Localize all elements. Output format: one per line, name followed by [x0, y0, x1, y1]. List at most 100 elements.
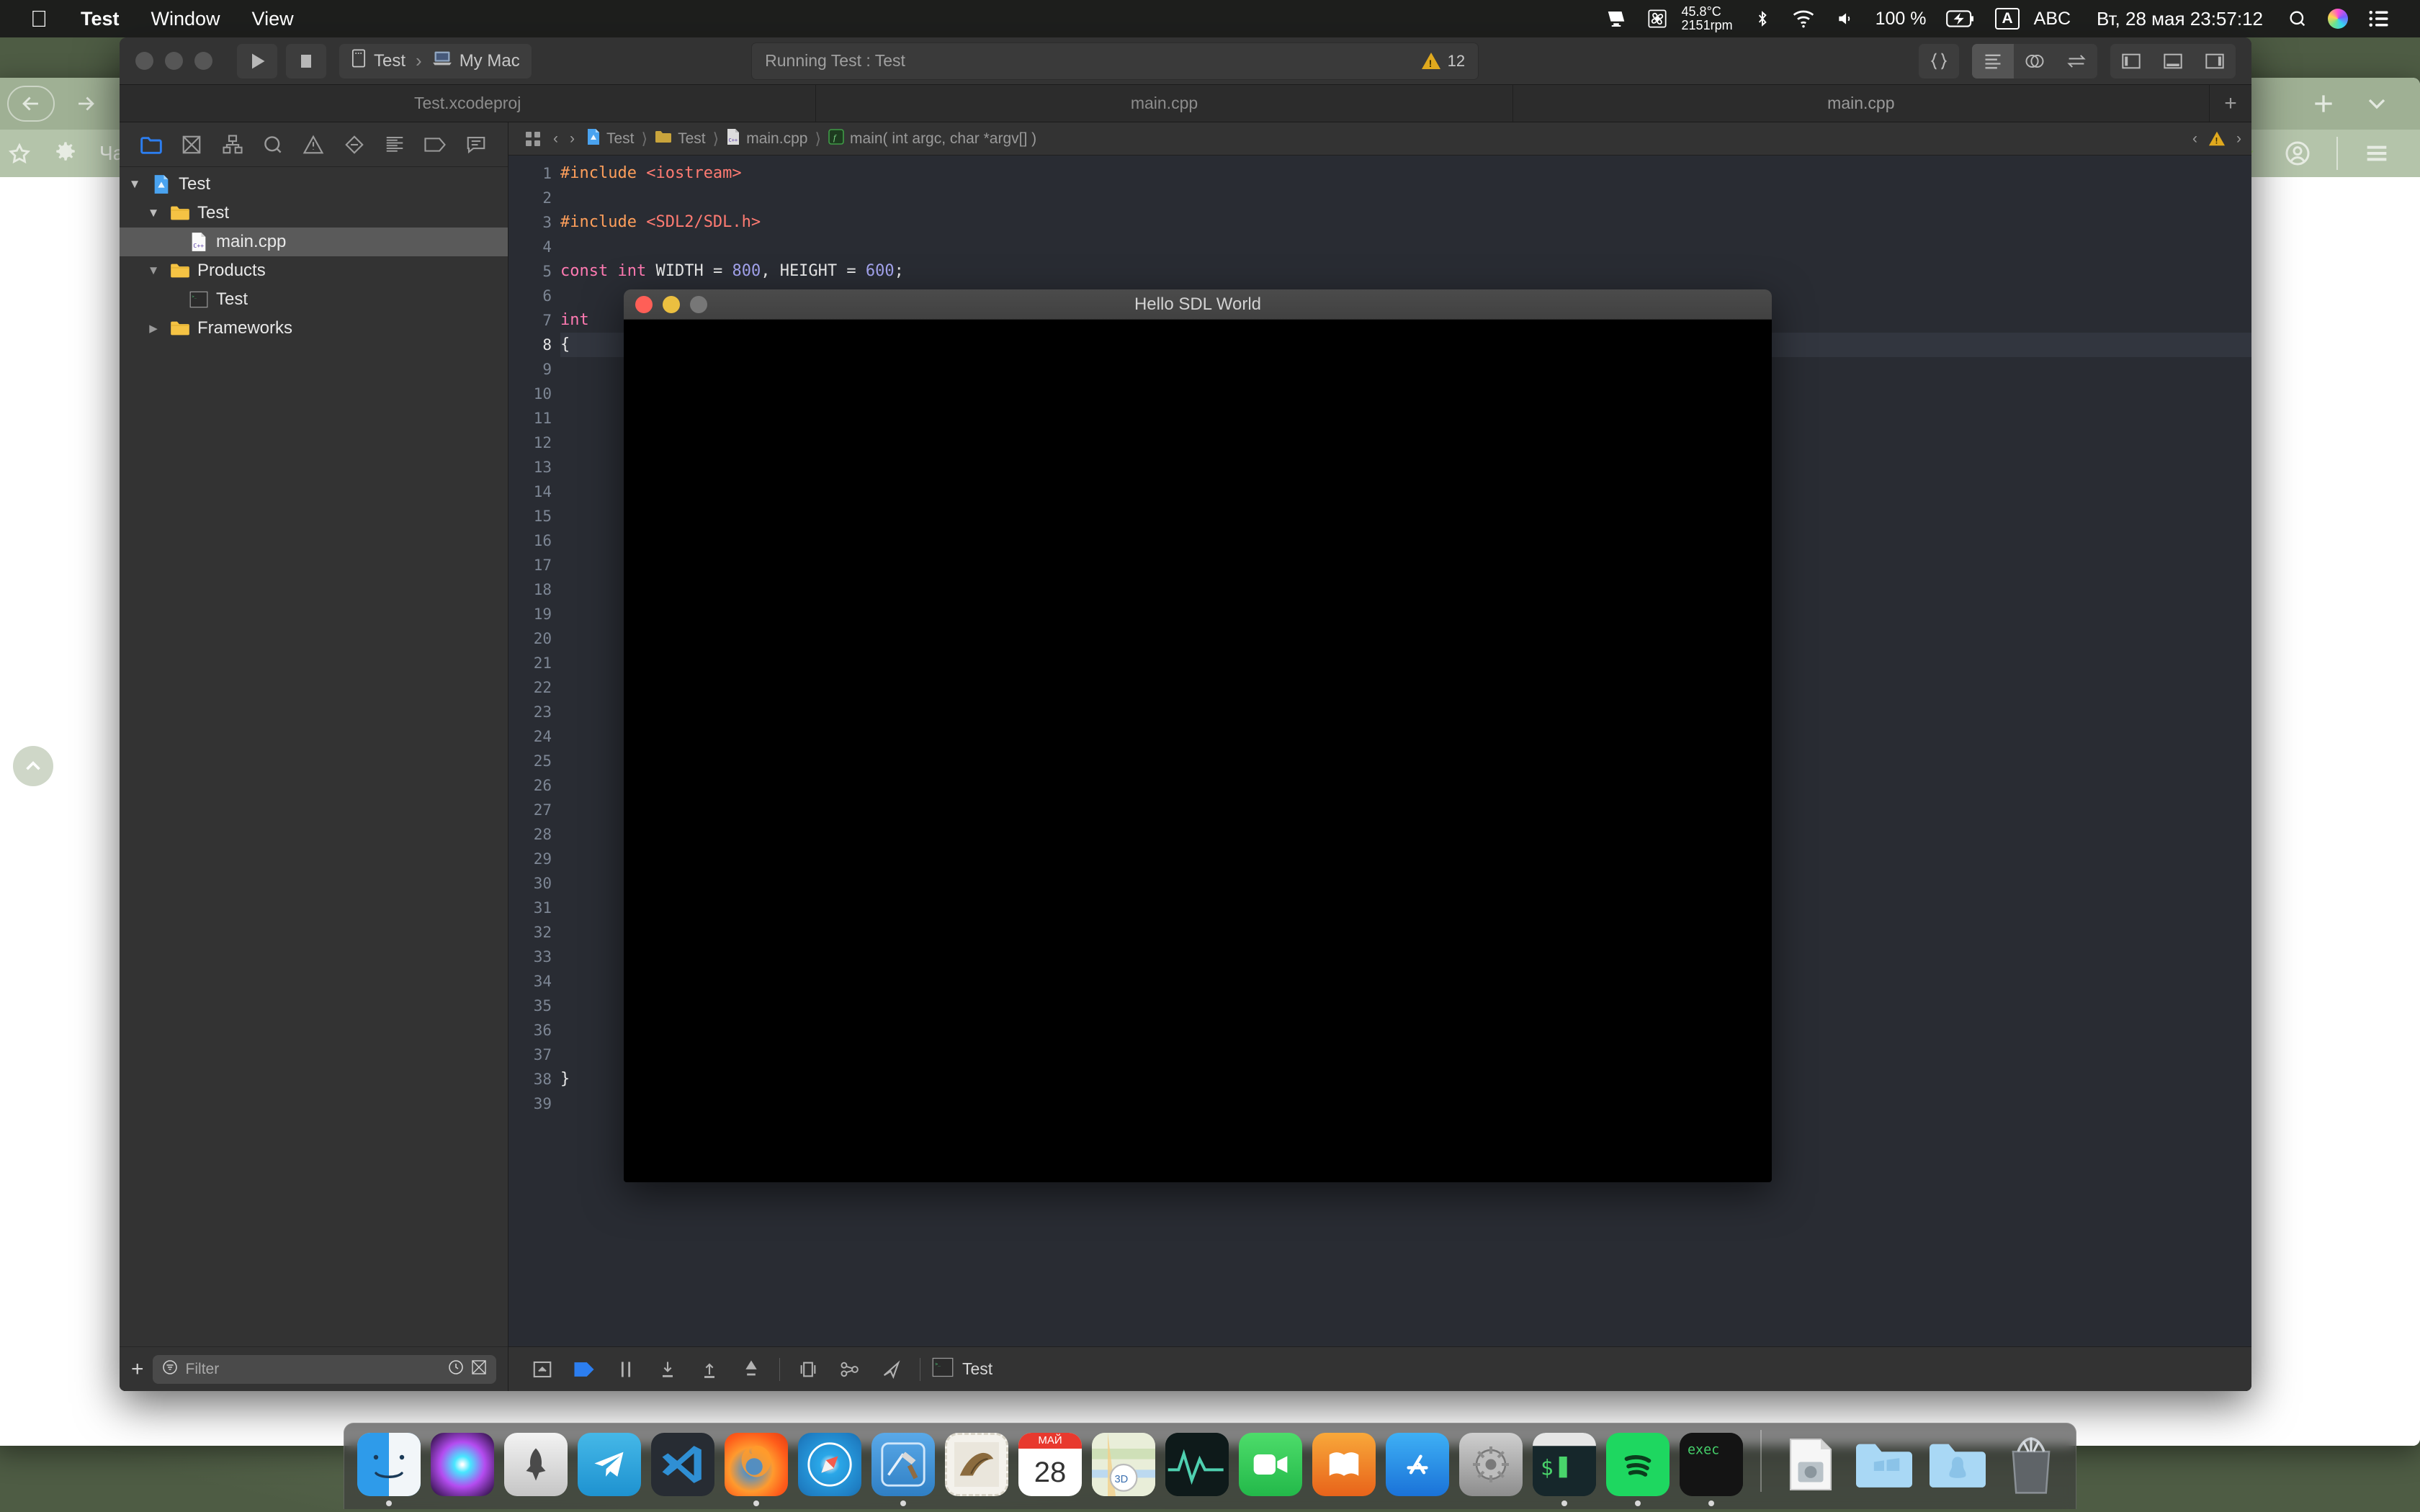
breadcrumb-file[interactable]: C++ main.cpp: [720, 128, 813, 150]
sdl-application-window[interactable]: Hello SDL World: [624, 289, 1772, 1182]
disclosure-triangle-down[interactable]: ▼: [144, 206, 163, 220]
simulate-location-icon[interactable]: [871, 1353, 913, 1386]
chevron-right-icon[interactable]: ›: [2236, 130, 2241, 148]
chevron-left-icon[interactable]: ‹: [547, 130, 564, 148]
hamburger-menu-icon[interactable]: [2362, 139, 2391, 168]
view-debugging-icon[interactable]: [787, 1353, 829, 1386]
minimize-button[interactable]: [165, 52, 183, 70]
fan-icon[interactable]: [1637, 0, 1677, 37]
disclosure-triangle-down[interactable]: ▼: [144, 264, 163, 278]
gear-icon[interactable]: [53, 141, 78, 166]
chevron-left-icon[interactable]: ‹: [2192, 130, 2197, 148]
account-icon[interactable]: [2283, 139, 2312, 168]
clock[interactable]: Вт, 28 мая 23:57:12: [2081, 0, 2273, 37]
step-into-icon[interactable]: [689, 1353, 730, 1386]
dock-item-app-store[interactable]: [1384, 1433, 1451, 1506]
hide-debug-area-icon[interactable]: [521, 1353, 563, 1386]
menu-item-view[interactable]: View: [236, 0, 310, 37]
chevron-down-icon[interactable]: [2362, 89, 2391, 118]
dock-item-maps[interactable]: 3D: [1090, 1433, 1157, 1506]
project-navigator-icon[interactable]: [136, 130, 166, 160]
clock-icon[interactable]: [447, 1359, 465, 1380]
close-button[interactable]: [135, 52, 153, 70]
braces-icon[interactable]: [1919, 43, 1959, 78]
left-panel-icon[interactable]: [2110, 44, 2152, 78]
debug-process-selector[interactable]: >_ Test: [932, 1357, 992, 1382]
volume-icon[interactable]: [1825, 0, 1865, 37]
scheme-destination-selector[interactable]: Test › My Mac: [339, 43, 532, 78]
search-icon[interactable]: [2273, 0, 2318, 37]
add-tab-button[interactable]: +: [2210, 85, 2251, 122]
menu-item-window[interactable]: Window: [135, 0, 236, 37]
sdl-render-canvas[interactable]: [624, 320, 1772, 1182]
add-file-button[interactable]: +: [131, 1357, 144, 1382]
tree-row-test-group[interactable]: ▼ Test: [120, 199, 508, 228]
tree-row-test-project[interactable]: ▼ Test: [120, 170, 508, 199]
breadcrumb-project[interactable]: Test: [581, 128, 640, 150]
report-navigator-icon[interactable]: [461, 130, 491, 160]
dock-item-books[interactable]: [1311, 1433, 1377, 1506]
dock-item-windows-folder[interactable]: [1851, 1433, 1917, 1506]
debug-navigator-icon[interactable]: [380, 130, 410, 160]
dock-item-siri[interactable]: [429, 1433, 496, 1506]
right-panel-icon[interactable]: [2194, 44, 2236, 78]
dock-item-calendar[interactable]: МАЙ 28: [1017, 1433, 1083, 1506]
dock-item-vscode[interactable]: [650, 1433, 716, 1506]
assistant-editor-icon[interactable]: [2014, 44, 2056, 78]
standard-editor-icon[interactable]: [1972, 43, 2014, 78]
dock-item-launchpad[interactable]: [503, 1433, 569, 1506]
siri-icon[interactable]: [2318, 0, 2358, 37]
step-over-icon[interactable]: [647, 1353, 689, 1386]
related-items-icon[interactable]: [519, 130, 547, 148]
code-line[interactable]: #include <iostream>: [560, 161, 2251, 186]
back-arrow-icon[interactable]: [7, 86, 55, 122]
filter-field[interactable]: Filter: [152, 1354, 496, 1384]
dock-item-mail[interactable]: [944, 1433, 1010, 1506]
dock-item-facetime[interactable]: [1237, 1433, 1304, 1506]
memory-graph-icon[interactable]: [829, 1353, 871, 1386]
tab-test-xcodeproj[interactable]: Test.xcodeproj: [120, 85, 817, 122]
dock-item-system-preferences[interactable]: [1458, 1433, 1524, 1506]
warning-indicator[interactable]: 12: [1421, 52, 1465, 71]
continue-icon[interactable]: [563, 1353, 605, 1386]
tab-main-cpp-2[interactable]: main.cpp: [1512, 85, 2210, 122]
tree-row-frameworks[interactable]: ▶ Frameworks: [120, 314, 508, 343]
wifi-icon[interactable]: [1782, 0, 1825, 37]
dock-item-terminal[interactable]: $: [1531, 1433, 1597, 1506]
tree-row-test-executable[interactable]: ▶ >_ Test: [120, 285, 508, 314]
code-line[interactable]: [560, 186, 2251, 210]
control-center-icon[interactable]: [2358, 0, 2400, 37]
bottom-panel-icon[interactable]: [2152, 44, 2194, 78]
issue-navigator-icon[interactable]: [298, 130, 328, 160]
dock-item-xcode[interactable]: [870, 1433, 936, 1506]
version-editor-icon[interactable]: [2056, 44, 2097, 78]
code-line[interactable]: #include <SDL2/SDL.h>: [560, 210, 2251, 235]
pause-icon[interactable]: [605, 1353, 647, 1386]
stop-square-icon[interactable]: [286, 43, 326, 78]
dock-item-firefox[interactable]: [723, 1433, 789, 1506]
zoom-button[interactable]: [194, 52, 212, 70]
window-traffic-lights[interactable]: [135, 52, 212, 70]
menu-item-app[interactable]: Test: [65, 0, 135, 37]
input-source-label[interactable]: ABC: [2030, 0, 2081, 37]
sdl-title-bar[interactable]: Hello SDL World: [624, 289, 1772, 320]
bluetooth-icon[interactable]: [1743, 0, 1782, 37]
breadcrumb-group[interactable]: Test: [649, 130, 712, 148]
dock-item-linux-folder[interactable]: [1924, 1433, 1991, 1506]
tab-main-cpp-1[interactable]: main.cpp: [816, 85, 1513, 122]
disclosure-triangle-down[interactable]: ▼: [125, 177, 144, 192]
warning-triangle-icon[interactable]: [2208, 131, 2226, 146]
display-icon[interactable]: [1595, 0, 1637, 37]
test-navigator-icon[interactable]: [339, 130, 369, 160]
battery-percent[interactable]: 100 %: [1865, 0, 1937, 37]
dock-item-iterm[interactable]: exec: [1678, 1433, 1744, 1506]
input-source-badge[interactable]: A: [1985, 0, 2029, 37]
apple-logo-icon[interactable]: : [0, 0, 65, 37]
tree-row-products[interactable]: ▼ Products: [120, 256, 508, 285]
bookmark-star-icon[interactable]: [7, 141, 32, 166]
dock-item-finder[interactable]: [356, 1433, 422, 1506]
step-out-icon[interactable]: [730, 1353, 772, 1386]
breakpoint-navigator-icon[interactable]: [420, 130, 450, 160]
dock-item-spotify[interactable]: [1605, 1433, 1671, 1506]
battery-charging-icon[interactable]: [1936, 0, 1985, 37]
